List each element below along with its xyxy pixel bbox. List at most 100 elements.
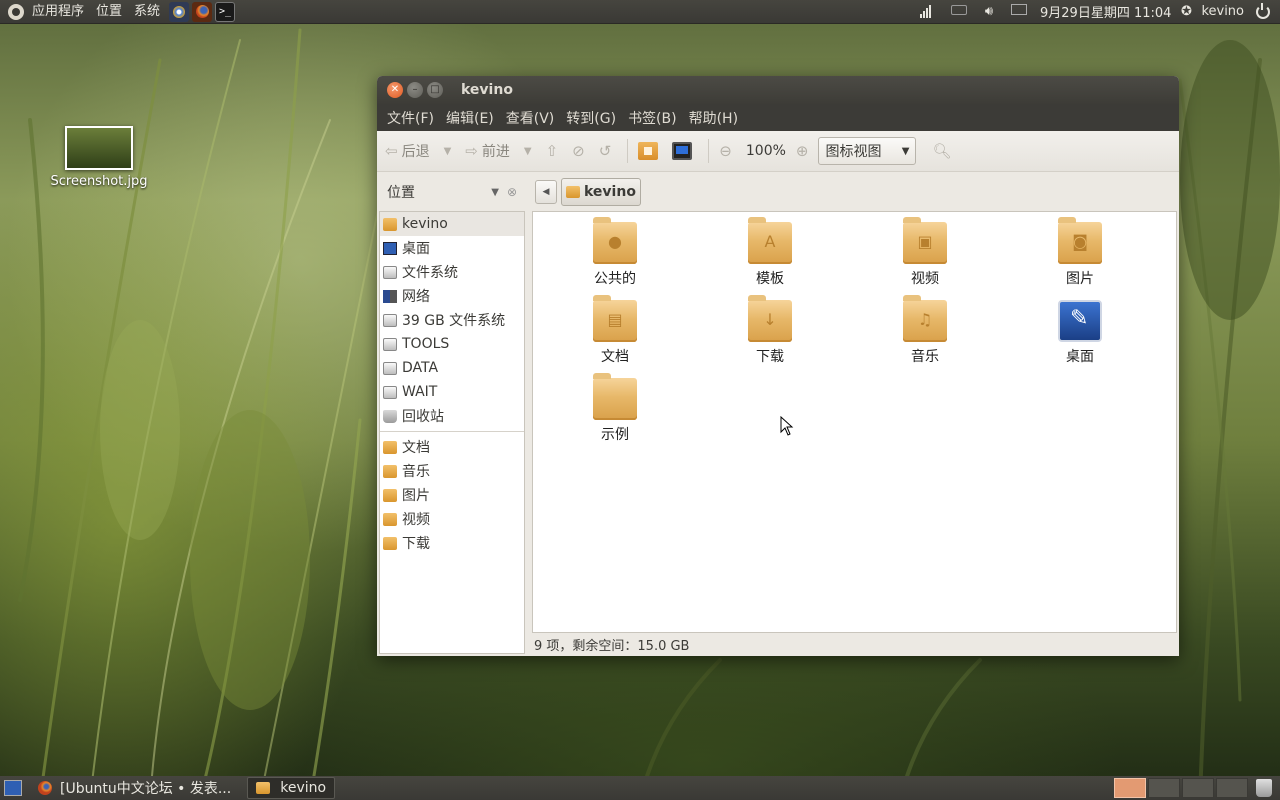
menu-file[interactable]: 文件(F) (381, 108, 440, 128)
folder-icon (383, 488, 397, 502)
file-item-label: 音乐 (911, 349, 939, 365)
taskbar-item-label: kevino (280, 780, 327, 796)
maximize-button[interactable]: □ (427, 82, 443, 98)
sidebar-item-videos[interactable]: 视频 (380, 507, 524, 531)
chromium-launcher-icon[interactable] (169, 1, 190, 22)
menu-view[interactable]: 查看(V) (500, 108, 561, 128)
minimize-button[interactable]: – (407, 82, 423, 98)
file-icon-view[interactable]: ● 公共的 A 模板 ▣ 视频 ◙ 图片 ▤ 文档 ↓ 下载 ♫ 音乐 桌面 (532, 211, 1177, 633)
view-mode-select[interactable]: 图标视图 ▼ (818, 137, 917, 165)
ubuntu-logo-icon[interactable] (8, 3, 24, 20)
sidebar-item-pictures[interactable]: 图片 (380, 483, 524, 507)
file-item-label: 示例 (601, 427, 629, 443)
file-item-label: 模板 (756, 271, 784, 287)
sidebar-item-trash[interactable]: 回收站 (380, 404, 524, 428)
file-item-label: 公共的 (594, 271, 636, 287)
workspace-switcher[interactable] (1114, 778, 1248, 798)
volume-icon[interactable]: 🔊︎ (980, 4, 998, 20)
breadcrumb-home-button[interactable]: kevino (561, 178, 641, 206)
file-item-videos[interactable]: ▣ 视频 (865, 217, 985, 288)
breadcrumb-left-arrow-icon[interactable]: ◀ (535, 180, 557, 204)
sidebar-item-label: 下载 (402, 536, 430, 552)
file-item-desktop[interactable]: 桌面 (1020, 300, 1140, 366)
applications-menu[interactable]: 应用程序 (26, 0, 90, 24)
file-item-examples[interactable]: 示例 (555, 373, 675, 444)
trash-icon[interactable] (1256, 779, 1272, 797)
menu-help[interactable]: 帮助(H) (683, 108, 744, 128)
image-thumbnail-icon (65, 126, 133, 170)
file-item-pictures[interactable]: ◙ 图片 (1020, 217, 1140, 288)
breadcrumb-label: kevino (584, 184, 636, 200)
workspace-1[interactable] (1114, 778, 1146, 798)
drive-icon (383, 337, 397, 351)
menu-go[interactable]: 转到(G) (560, 108, 622, 128)
back-button[interactable]: ⇦ 后退 ▼ (385, 141, 455, 161)
toolbar: ⇦ 后退 ▼ ⇨ 前进 ▼ ⇧ ⊘ ↺ ⊖ 100% ⊕ 图标视图 ▼ 🔍︎ (377, 131, 1179, 172)
workspace-2[interactable] (1148, 778, 1180, 798)
system-menu[interactable]: 系统 (128, 0, 166, 24)
desktop-file-label: Screenshot.jpg (50, 174, 148, 189)
zoom-level[interactable]: 100% (746, 143, 786, 159)
file-item-downloads[interactable]: ↓ 下载 (710, 295, 830, 366)
zoom-out-icon: ⊖ (719, 142, 732, 160)
trash-icon (383, 409, 397, 423)
sidebar-item-downloads[interactable]: 下载 (380, 531, 524, 555)
close-pane-icon[interactable]: ⊗ (507, 185, 517, 199)
up-button[interactable]: ⇧ (546, 142, 563, 160)
sidebar-item-network[interactable]: 网络 (380, 284, 524, 308)
file-item-templates[interactable]: A 模板 (710, 217, 830, 288)
folder-icon (256, 782, 271, 794)
file-item-public[interactable]: ● 公共的 (555, 217, 675, 288)
reload-button[interactable]: ↺ (599, 142, 616, 160)
zoom-in-button[interactable]: ⊕ (796, 142, 813, 160)
back-history-dropdown-icon[interactable]: ▼ (444, 146, 452, 157)
workspace-3[interactable] (1182, 778, 1214, 798)
forward-button[interactable]: ⇨ 前进 ▼ (465, 141, 535, 161)
file-item-music[interactable]: ♫ 音乐 (865, 295, 985, 366)
workspace-4[interactable] (1216, 778, 1248, 798)
sidebar-item-data[interactable]: DATA (380, 356, 524, 380)
file-item-label: 文档 (601, 349, 629, 365)
close-button[interactable]: ✕ (387, 82, 403, 98)
computer-icon[interactable] (672, 142, 693, 160)
side-pane-selector[interactable]: 位置 ▼ ⊗ (377, 182, 525, 202)
network-signal-icon[interactable] (920, 4, 938, 20)
menu-edit[interactable]: 编辑(E) (440, 108, 500, 128)
search-button[interactable]: 🔍︎ (932, 142, 955, 160)
keyboard-icon[interactable] (950, 4, 968, 20)
firefox-launcher-icon[interactable] (192, 1, 213, 22)
sidebar-item-tools[interactable]: TOOLS (380, 332, 524, 356)
sidebar-item-39gb-volume[interactable]: 39 GB 文件系统 (380, 308, 524, 332)
desktop-icon (1058, 300, 1102, 342)
menubar: 文件(F) 编辑(E) 查看(V) 转到(G) 书签(B) 帮助(H) (377, 104, 1179, 131)
user-name[interactable]: kevino (1195, 4, 1250, 19)
sidebar-item-label: TOOLS (402, 336, 450, 352)
user-icon[interactable]: ✪ (1177, 4, 1195, 20)
sidebar-item-desktop[interactable]: 桌面 (380, 236, 524, 260)
sidebar-item-wait[interactable]: WAIT (380, 380, 524, 404)
menu-bookmarks[interactable]: 书签(B) (622, 108, 683, 128)
taskbar-item-label: [Ubuntu中文论坛 • 发表... (60, 781, 232, 797)
clock[interactable]: 9月29日星期四 11:04 (1034, 2, 1177, 21)
terminal-launcher-icon[interactable]: >_ (215, 1, 236, 22)
places-menu[interactable]: 位置 (90, 0, 128, 24)
mail-icon[interactable] (1010, 3, 1028, 20)
sidebar-item-documents[interactable]: 文档 (380, 435, 524, 459)
window-titlebar[interactable]: ✕ – □ kevino (377, 76, 1179, 104)
taskbar-item-firefox[interactable]: [Ubuntu中文论坛 • 发表... (30, 777, 239, 799)
sidebar-item-home[interactable]: kevino (380, 212, 524, 236)
forward-history-dropdown-icon[interactable]: ▼ (524, 146, 532, 157)
file-item-documents[interactable]: ▤ 文档 (555, 295, 675, 366)
taskbar-item-file-manager[interactable]: kevino (247, 777, 336, 799)
show-desktop-icon[interactable] (4, 780, 22, 796)
zoom-out-button[interactable]: ⊖ (719, 142, 736, 160)
sidebar-item-filesystem[interactable]: 文件系统 (380, 260, 524, 284)
file-item-label: 图片 (1066, 271, 1094, 287)
power-icon[interactable] (1256, 2, 1270, 19)
desktop-file-icon[interactable]: Screenshot.jpg (44, 126, 154, 189)
window-title: kevino (461, 82, 513, 98)
home-folder-icon[interactable] (638, 142, 659, 160)
sidebar-divider (380, 431, 524, 432)
stop-button[interactable]: ⊘ (572, 142, 589, 160)
sidebar-item-music[interactable]: 音乐 (380, 459, 524, 483)
